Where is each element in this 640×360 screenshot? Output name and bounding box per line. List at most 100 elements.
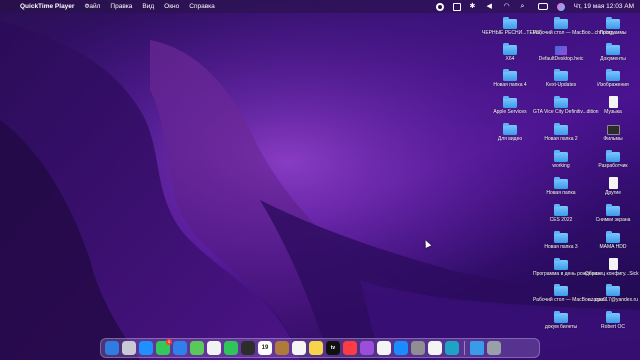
dock-messages-icon[interactable]: 1 [156, 339, 172, 355]
desktop-icon[interactable]: MAMA HDD [585, 230, 640, 250]
folder-icon [606, 17, 620, 29]
image-file-icon [555, 46, 567, 55]
dock-reminders-icon[interactable] [292, 341, 306, 355]
display-icon[interactable] [452, 2, 461, 11]
folder-icon [554, 284, 568, 296]
desktop-icon[interactable]: Изображения [585, 68, 640, 88]
folder-icon [606, 284, 620, 296]
desktop-icon[interactable]: Программа в день рождения [533, 257, 600, 277]
folder-icon [503, 123, 517, 135]
siri-icon[interactable] [556, 2, 565, 11]
dock-system-preferences-icon[interactable] [411, 341, 425, 355]
desktop-icon[interactable]: докум билеты [533, 310, 589, 330]
folder-icon [606, 69, 620, 81]
desktop-icon[interactable]: Kext-Updates [533, 68, 589, 88]
folder-icon [554, 17, 568, 29]
menu-clock[interactable]: Чт, 19 мая 12:03 AM [574, 3, 634, 10]
folder-icon [606, 150, 620, 162]
desktop-icon-label: докум билеты [544, 324, 578, 330]
desktop-icon-label: Рабочий стол — MacBoo...дрей [533, 297, 606, 303]
dock-maps-icon[interactable] [190, 341, 204, 355]
dock-notes-icon[interactable] [309, 341, 323, 355]
dock-news-icon[interactable] [377, 341, 391, 355]
desktop-icon[interactable]: Новая папка 2 [533, 122, 589, 142]
dock-safari-icon[interactable] [139, 341, 153, 355]
desktop-icon[interactable]: CES 2022 [533, 203, 589, 223]
notification-badge: 1 [166, 339, 172, 345]
dock-music-icon[interactable] [343, 341, 357, 355]
folder-icon [554, 204, 568, 216]
desktop-icon[interactable]: Рабочий стол — MacBoo...chnology [533, 16, 615, 36]
desktop-icon[interactable]: ЧЕРНЫЕ РЕСНИ...TEMS) [482, 16, 542, 36]
menu-view[interactable]: Вид [142, 3, 154, 10]
dock-finder-icon[interactable] [105, 341, 119, 355]
desktop-icon-label: Новая папка 3 [544, 244, 578, 250]
desktop-icon[interactable]: GTA Vice City Definitiv...dition [533, 95, 599, 115]
menu-app-name[interactable]: QuickTime Player [20, 3, 74, 10]
folder-icon [503, 69, 517, 81]
document-icon [608, 96, 618, 108]
menu-file[interactable]: Файл [84, 3, 100, 10]
desktop-icon-label: Программа в день рождения [533, 271, 600, 277]
dock-photos-icon[interactable] [207, 341, 221, 355]
volume-icon[interactable]: ◀ [487, 3, 495, 11]
folder-icon [554, 123, 568, 135]
dock-apple-tv-icon[interactable]: tv [326, 341, 340, 355]
screen-record-icon[interactable] [435, 2, 444, 11]
desktop-icon-label: Robert OC [601, 324, 625, 330]
dock-app-store-icon[interactable] [394, 341, 408, 355]
menu-bar: QuickTime Player Файл Правка Вид Окно Сп… [0, 0, 640, 13]
folder-icon [554, 150, 568, 162]
folder-icon [606, 43, 620, 55]
desktop-icon-label: working [552, 163, 570, 169]
desktop-icon[interactable]: X64 [482, 42, 538, 62]
folder-icon [606, 311, 620, 323]
menu-edit[interactable]: Правка [110, 3, 132, 10]
desktop-icon[interactable]: Разработчик [585, 149, 640, 169]
dock-trash-icon[interactable] [487, 341, 501, 355]
desktop-icon-label: Apple Services [493, 109, 527, 115]
desktop-icon[interactable]: Рабочий стол — MacBoo...дрей [533, 283, 606, 303]
desktop-icon[interactable]: working [533, 149, 589, 169]
dock-podcasts-icon[interactable] [360, 341, 374, 355]
dock-edge-icon[interactable] [445, 341, 459, 355]
desktop-icon[interactable]: Новая папка [533, 176, 589, 196]
desktop-icon-label: Программы [599, 30, 627, 36]
dock-downloads-icon[interactable] [470, 341, 484, 355]
dock-separator [464, 341, 465, 355]
dock-chrome-icon[interactable] [428, 341, 442, 355]
dock-final-cut-icon[interactable] [241, 341, 255, 355]
desktop-icon[interactable]: Образец конфигу...Sick VPN [585, 257, 640, 277]
dock-facetime-icon[interactable] [224, 341, 238, 355]
dock-calendar-icon[interactable]: 19 [258, 341, 272, 355]
desktop-icon[interactable]: Музыка [585, 95, 640, 115]
desktop-icon[interactable]: Программы [585, 16, 640, 36]
menu-help[interactable]: Справка [189, 3, 215, 10]
spotlight-search-icon[interactable]: ⌕ [521, 3, 529, 11]
desktop-icon-label: Разработчик [598, 163, 628, 169]
control-center-icon[interactable] [537, 3, 548, 10]
desktop-icon[interactable]: Apple Services [482, 95, 538, 115]
menu-window[interactable]: Окно [164, 3, 179, 10]
desktop-icon[interactable]: Фильмы [585, 122, 640, 142]
folder-icon [554, 258, 568, 270]
desktop-icon[interactable]: Снимки экрана [585, 203, 640, 223]
wifi-icon[interactable]: ◠ [504, 3, 512, 11]
desktop-icon-label: Снимки экрана [595, 217, 631, 223]
desktop-icon[interactable]: DefaultDesktop.heic [533, 42, 589, 62]
dock-launchpad-icon[interactable] [122, 341, 136, 355]
desktop-icon[interactable]: Документы [585, 42, 640, 62]
desktop-icon-label: DefaultDesktop.heic [538, 56, 584, 62]
desktop-icon[interactable]: Другие [585, 176, 640, 196]
desktop-icon[interactable]: Для видео [482, 122, 538, 142]
dock-mail-icon[interactable] [173, 341, 187, 355]
desktop-icon[interactable]: azazaz.17@yandex.ru [585, 283, 640, 303]
desktop-icon-label: Документы [600, 56, 626, 62]
desktop-icon[interactable]: Новая папка 4 [482, 68, 538, 88]
desktop-icon[interactable]: Новая папка 3 [533, 230, 589, 250]
desktop-icon[interactable]: Robert OC [585, 310, 640, 330]
desktop-icon-label: Другие [604, 190, 621, 196]
bluetooth-icon[interactable]: ✱ [470, 3, 478, 11]
calendar-day: 19 [261, 345, 269, 351]
dock-notes-brown-icon[interactable] [275, 341, 289, 355]
